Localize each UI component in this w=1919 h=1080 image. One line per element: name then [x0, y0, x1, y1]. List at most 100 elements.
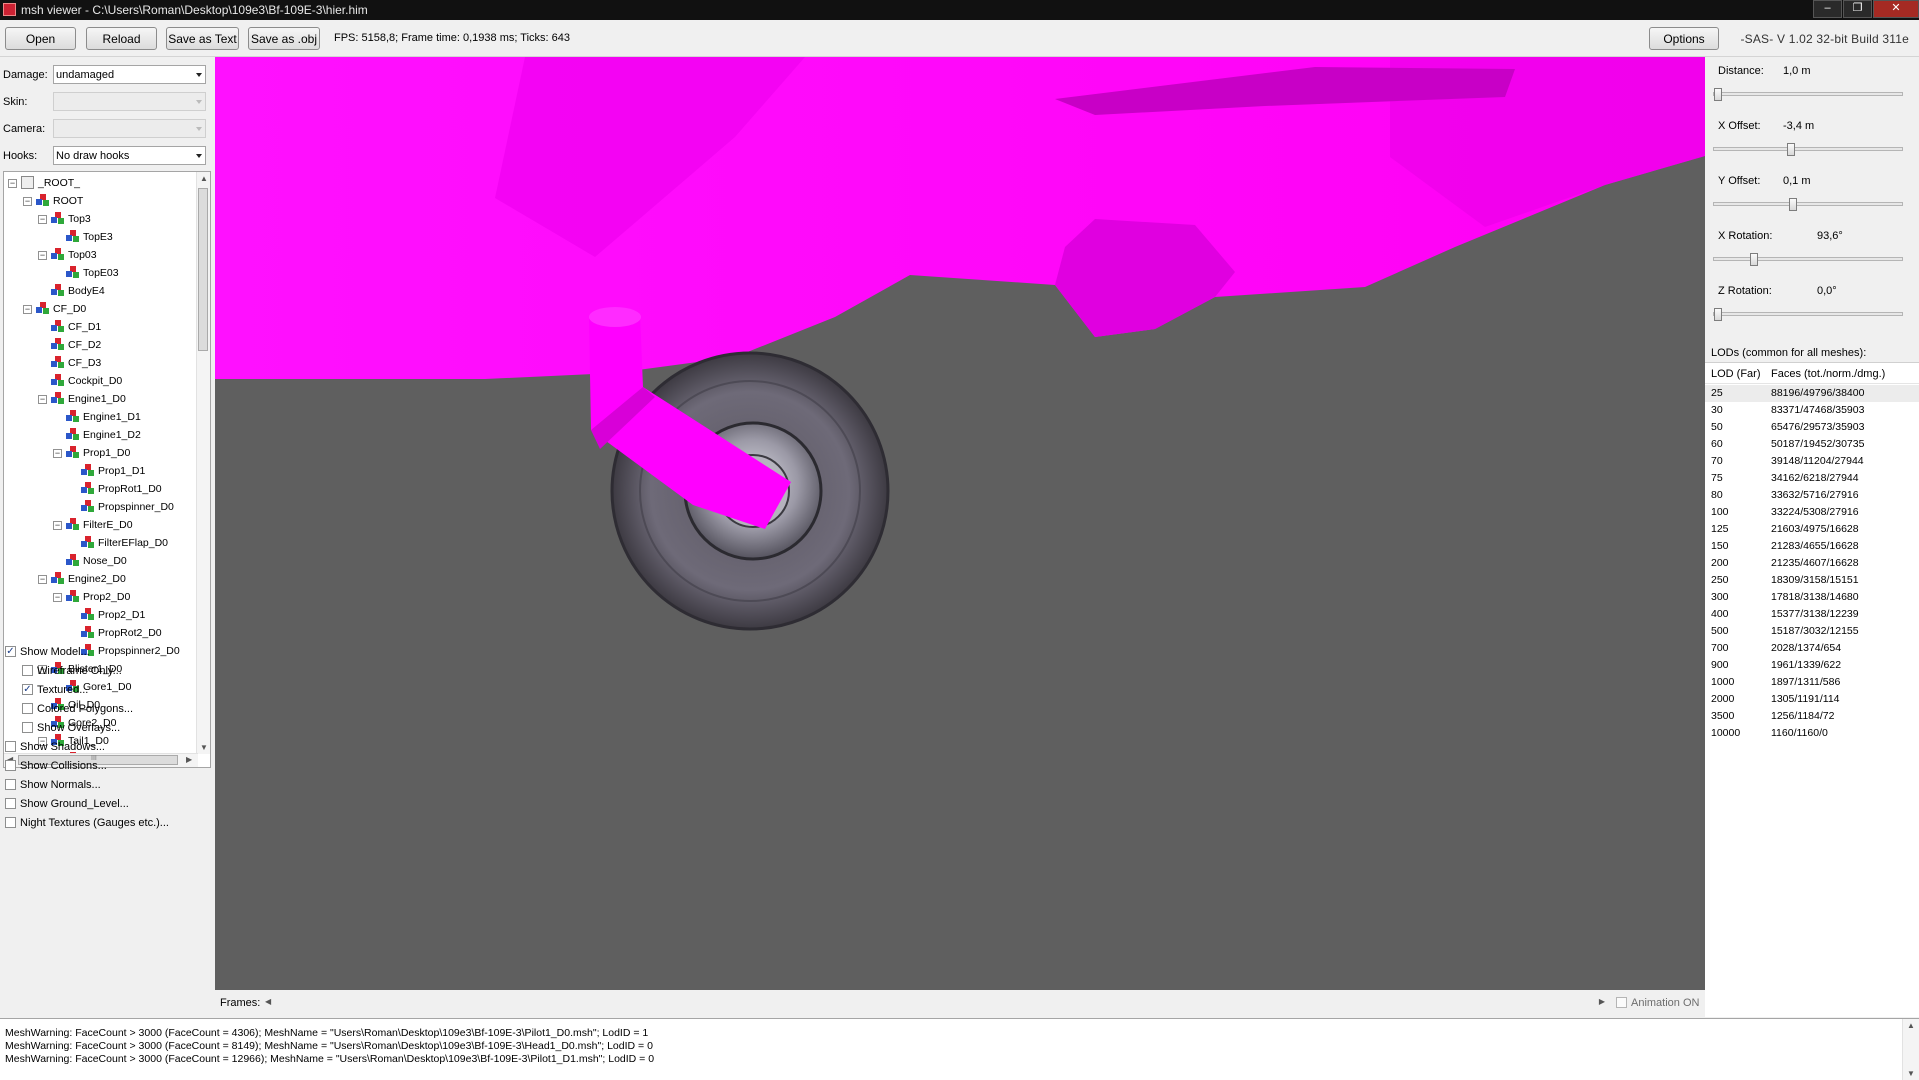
unchecked-box-icon[interactable]: [5, 760, 16, 771]
scroll-left-icon[interactable]: ◀: [265, 997, 271, 1006]
animation-checkbox[interactable]: [1616, 997, 1627, 1008]
minimize-button[interactable]: –: [1813, 0, 1842, 18]
unchecked-box-icon[interactable]: [5, 779, 16, 790]
z-rotation-slider[interactable]: [1713, 308, 1903, 321]
tree-vscroll-thumb[interactable]: [198, 188, 208, 351]
lod-table[interactable]: LOD (Far) Faces (tot./norm./dmg.) 25 8819…: [1705, 362, 1919, 1017]
camera-select[interactable]: [53, 119, 206, 138]
z-rotation-slider-handle[interactable]: [1714, 308, 1722, 321]
close-button[interactable]: ✕: [1873, 0, 1919, 18]
lod-cell: 200: [1711, 557, 1729, 569]
y-offset-slider[interactable]: [1713, 198, 1903, 211]
open-button[interactable]: Open: [5, 27, 76, 50]
unchecked-box-icon[interactable]: [5, 817, 16, 828]
unchecked-box-icon[interactable]: [5, 798, 16, 809]
tree-item-label: Prop1_D0: [83, 447, 131, 459]
lod-cell: 60: [1711, 438, 1723, 450]
strut-top: [589, 307, 641, 327]
distance-slider-handle[interactable]: [1714, 88, 1722, 101]
x-offset-slider[interactable]: [1713, 143, 1903, 156]
maximize-button[interactable]: ❐: [1843, 0, 1872, 18]
collapse-toggle-icon[interactable]: −: [23, 197, 32, 206]
collapse-toggle-icon[interactable]: −: [38, 251, 47, 260]
lod-row[interactable]: 60 50187/19452/30735: [1705, 436, 1919, 453]
damage-select[interactable]: undamaged: [53, 65, 206, 84]
option-label: Wireframe Only...: [37, 665, 122, 677]
skin-select[interactable]: [53, 92, 206, 111]
scroll-right-icon[interactable]: ▶: [1599, 997, 1605, 1006]
collapse-toggle-icon[interactable]: −: [53, 521, 62, 530]
x-offset-label: X Offset:: [1718, 120, 1761, 132]
tree-item-label: CF_D3: [68, 357, 102, 369]
unchecked-box-icon[interactable]: [22, 703, 33, 714]
distance-slider[interactable]: [1713, 88, 1903, 101]
lod-row[interactable]: 300 17818/3138/14680: [1705, 589, 1919, 606]
option-label: Show Normals...: [20, 779, 101, 791]
save-as-obj-button[interactable]: Save as .obj: [248, 27, 320, 50]
lod-row[interactable]: 200 21235/4607/16628: [1705, 555, 1919, 572]
mesh-node-icon: [66, 410, 79, 423]
mesh-node-icon: [66, 428, 79, 441]
lod-row[interactable]: 30 83371/47468/35903: [1705, 402, 1919, 419]
unchecked-box-icon[interactable]: [5, 741, 16, 752]
collapse-toggle-icon[interactable]: −: [38, 215, 47, 224]
lod-row[interactable]: 100 33224/5308/27916: [1705, 504, 1919, 521]
reload-button[interactable]: Reload: [86, 27, 157, 50]
hooks-select[interactable]: No draw hooks: [53, 146, 206, 165]
faces-column-header[interactable]: Faces (tot./norm./dmg.): [1771, 368, 1885, 380]
collapse-toggle-icon[interactable]: −: [8, 179, 17, 188]
checked-box-icon[interactable]: ✓: [22, 684, 33, 695]
lod-row[interactable]: 50 65476/29573/35903: [1705, 419, 1919, 436]
scroll-right-icon[interactable]: ▶: [186, 755, 192, 764]
mesh-node-icon: [66, 446, 79, 459]
x-rotation-slider[interactable]: [1713, 253, 1903, 266]
lod-cell: 700: [1711, 642, 1729, 654]
toolbar: Open Reload Save as Text Save as .obj FP…: [0, 20, 1919, 57]
collapse-toggle-icon[interactable]: −: [38, 395, 47, 404]
lod-row[interactable]: 400 15377/3138/12239: [1705, 606, 1919, 623]
lod-row[interactable]: 1000 1897/1311/586: [1705, 674, 1919, 691]
lod-table-header: LOD (Far) Faces (tot./norm./dmg.): [1705, 363, 1919, 384]
scroll-down-icon[interactable]: ▼: [1907, 1069, 1915, 1078]
scroll-up-icon[interactable]: ▲: [200, 174, 208, 183]
lod-cell: 125: [1711, 523, 1729, 535]
3d-viewport[interactable]: [215, 57, 1705, 990]
collapse-toggle-icon[interactable]: −: [38, 575, 47, 584]
lod-row[interactable]: 3500 1256/1184/72: [1705, 708, 1919, 725]
frames-slider[interactable]: ◀ ▶: [265, 996, 1605, 1009]
y-offset-slider-handle[interactable]: [1788, 198, 1797, 211]
options-button[interactable]: Options: [1649, 27, 1719, 50]
message-log[interactable]: MeshWarning: FaceCount > 3000 (FaceCount…: [0, 1018, 1919, 1080]
x-rotation-slider-handle[interactable]: [1750, 253, 1759, 266]
lod-row[interactable]: 80 33632/5716/27916: [1705, 487, 1919, 504]
scroll-down-icon[interactable]: ▼: [200, 743, 208, 752]
unchecked-box-icon[interactable]: [22, 665, 33, 676]
lod-row[interactable]: 250 18309/3158/15151: [1705, 572, 1919, 589]
lod-row[interactable]: 70 39148/11204/27944: [1705, 453, 1919, 470]
checked-box-icon[interactable]: ✓: [5, 646, 16, 657]
x-offset-slider-handle[interactable]: [1786, 143, 1795, 156]
tree-item-label: TopE03: [83, 267, 119, 279]
tree-vertical-scrollbar[interactable]: ▲ ▼: [196, 172, 210, 754]
mesh-tree[interactable]: − _ROOT_ − ROOT − Top3 TopE3− Top03 TopE03 BodyE4…: [3, 171, 211, 768]
lod-row[interactable]: 25 88196/49796/38400: [1705, 385, 1919, 402]
scroll-up-icon[interactable]: ▲: [1907, 1021, 1915, 1030]
camera-label: Camera:: [3, 123, 46, 135]
lod-row[interactable]: 700 2028/1374/654: [1705, 640, 1919, 657]
lod-row[interactable]: 150 21283/4655/16628: [1705, 538, 1919, 555]
collapse-toggle-icon[interactable]: −: [23, 305, 32, 314]
lod-row[interactable]: 900 1961/1339/622: [1705, 657, 1919, 674]
log-vertical-scrollbar[interactable]: ▲ ▼: [1902, 1019, 1919, 1080]
collapse-toggle-icon[interactable]: −: [53, 593, 62, 602]
unchecked-box-icon[interactable]: [22, 722, 33, 733]
lod-row[interactable]: 2000 1305/1191/114: [1705, 691, 1919, 708]
lod-row[interactable]: 10000 1160/1160/0: [1705, 725, 1919, 742]
lod-row[interactable]: 125 21603/4975/16628: [1705, 521, 1919, 538]
mesh-node-icon: [51, 392, 64, 405]
collapse-toggle-icon[interactable]: −: [53, 449, 62, 458]
save-as-text-button[interactable]: Save as Text: [166, 27, 239, 50]
lod-row[interactable]: 75 34162/6218/27944: [1705, 470, 1919, 487]
lod-row[interactable]: 500 15187/3032/12155: [1705, 623, 1919, 640]
z-rotation-label: Z Rotation:: [1718, 285, 1772, 297]
lod-column-header[interactable]: LOD (Far): [1711, 368, 1761, 380]
